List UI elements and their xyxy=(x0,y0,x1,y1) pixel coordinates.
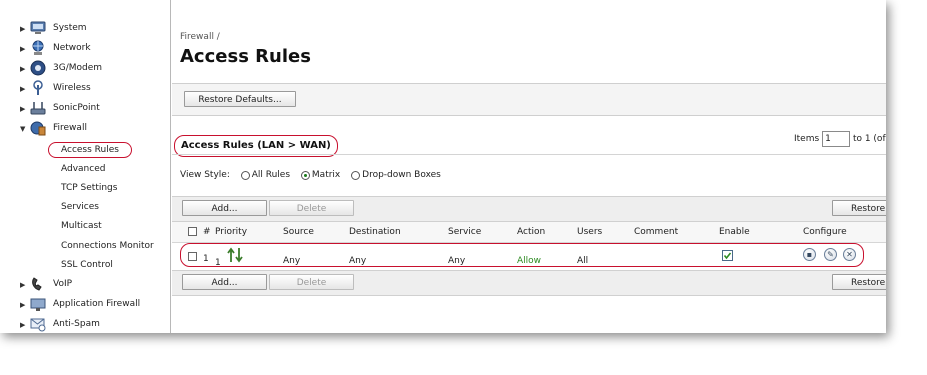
radio-label[interactable]: All Rules xyxy=(252,170,290,180)
add-button[interactable]: Add... xyxy=(182,200,267,216)
column-header-comment[interactable]: Comment xyxy=(634,227,678,237)
column-header-configure: Configure xyxy=(803,227,847,237)
table-actions-bottom: Add... Delete Restore xyxy=(172,270,886,296)
table-actions-top: Add... Delete Restore xyxy=(172,196,886,222)
sidebar-item-ssl-control[interactable]: SSL Control xyxy=(61,256,113,274)
expand-arrow-icon[interactable]: ▶ xyxy=(20,300,28,310)
column-header-priority[interactable]: Priority xyxy=(215,227,247,237)
sidebar-item-label: Wireless xyxy=(53,83,91,93)
expand-arrow-icon[interactable]: ▶ xyxy=(20,104,28,114)
sidebar-item-services[interactable]: Services xyxy=(61,198,99,216)
page-toolbar: Restore Defaults... xyxy=(172,83,886,116)
sidebar-item-access-rules[interactable]: Access Rules xyxy=(48,142,132,158)
row-action: Allow xyxy=(517,256,542,266)
sidebar-item-network[interactable]: ▶ Network xyxy=(0,39,170,59)
items-page-input[interactable]: 1 xyxy=(822,131,851,147)
app-firewall-icon xyxy=(30,298,46,311)
sidebar-item-anti-spam[interactable]: ▶ Anti-Spam xyxy=(0,315,170,333)
page-title: Access Rules xyxy=(180,46,311,67)
select-all-checkbox[interactable] xyxy=(188,227,197,236)
radio-label[interactable]: Matrix xyxy=(312,170,340,180)
collapse-arrow-icon[interactable]: ▼ xyxy=(20,124,28,134)
sidebar-item-wireless[interactable]: ▶ Wireless xyxy=(0,79,170,99)
items-range-label: to 1 (of xyxy=(852,134,886,144)
column-header-destination[interactable]: Destination xyxy=(349,227,401,237)
voip-phone-icon xyxy=(32,277,42,291)
sidebar-item-connections-monitor[interactable]: Connections Monitor xyxy=(61,237,154,255)
restore-defaults-button[interactable]: Restore Defaults... xyxy=(184,91,296,107)
sidebar-item-label: VoIP xyxy=(53,279,73,289)
sidebar-item-label: System xyxy=(53,23,87,33)
delete-button-bottom[interactable]: Delete xyxy=(269,274,354,290)
edit-icon[interactable]: ✎ xyxy=(824,248,837,261)
radio-label[interactable]: Drop-down Boxes xyxy=(362,170,441,180)
sidebar-item-tcp-settings[interactable]: TCP Settings xyxy=(61,179,117,197)
row-destination: Any xyxy=(349,256,367,266)
radio-drop-down-boxes[interactable] xyxy=(351,170,361,180)
anti-spam-icon xyxy=(30,318,46,332)
view-style-label: View Style: xyxy=(180,170,230,180)
items-label: Items xyxy=(794,134,820,144)
statistics-icon[interactable]: ▪ xyxy=(803,248,816,261)
radio-all-rules[interactable] xyxy=(240,170,250,180)
network-icon xyxy=(32,40,44,55)
app-window: ▶ System ▶ Network ▶ 3G/Modem ▶ Wireless… xyxy=(0,0,886,333)
expand-arrow-icon[interactable]: ▶ xyxy=(20,280,28,290)
sidebar-item-label: Application Firewall xyxy=(53,299,141,309)
column-header-action[interactable]: Action xyxy=(517,227,545,237)
column-header-users[interactable]: Users xyxy=(577,227,602,237)
sidebar-item-application-firewall[interactable]: ▶ Application Firewall xyxy=(0,295,170,315)
expand-arrow-icon[interactable]: ▶ xyxy=(20,44,28,54)
expand-arrow-icon[interactable]: ▶ xyxy=(20,84,28,94)
sidebar-item-advanced[interactable]: Advanced xyxy=(61,160,105,178)
enable-checkbox[interactable] xyxy=(722,250,733,261)
sidebar-item-sonicpoint[interactable]: ▶ SonicPoint xyxy=(0,99,170,119)
row-source: Any xyxy=(283,256,301,266)
sidebar-item-firewall[interactable]: ▼ Firewall xyxy=(0,119,170,139)
sidebar-item-label: 3G/Modem xyxy=(53,63,103,73)
column-header-number: # xyxy=(203,227,211,237)
firewall-icon xyxy=(30,121,46,136)
column-header-enable[interactable]: Enable xyxy=(719,227,750,237)
sidebar-item-label: Firewall xyxy=(53,123,87,133)
sidebar-item-label: SonicPoint xyxy=(53,103,100,113)
access-point-icon xyxy=(30,102,46,115)
restore-button-bottom[interactable]: Restore xyxy=(832,274,886,290)
sidebar-item-voip[interactable]: ▶ VoIP xyxy=(0,275,170,295)
delete-button[interactable]: Delete xyxy=(269,200,354,216)
sidebar-item-3g-modem[interactable]: ▶ 3G/Modem xyxy=(0,59,170,79)
expand-arrow-icon[interactable]: ▶ xyxy=(20,64,28,74)
section-divider xyxy=(172,154,886,155)
restore-button[interactable]: Restore xyxy=(832,200,886,216)
sidebar-item-label: Network xyxy=(53,43,91,53)
column-header-service[interactable]: Service xyxy=(448,227,481,237)
column-header-source[interactable]: Source xyxy=(283,227,314,237)
row-users: All xyxy=(577,256,589,266)
delete-icon[interactable]: ✕ xyxy=(843,248,856,261)
modem-icon xyxy=(30,60,46,76)
table-header: # Priority Source Destination Service Ac… xyxy=(172,222,886,243)
antenna-icon xyxy=(33,80,43,95)
row-number: 1 xyxy=(203,254,209,264)
add-button-bottom[interactable]: Add... xyxy=(182,274,267,290)
view-style-selector: View Style: All Rules Matrix Drop-down B… xyxy=(180,170,441,181)
radio-matrix[interactable] xyxy=(300,170,310,180)
breadcrumb[interactable]: Firewall / xyxy=(180,32,220,42)
priority-drag-icon[interactable] xyxy=(226,247,244,263)
sidebar-nav: ▶ System ▶ Network ▶ 3G/Modem ▶ Wireless… xyxy=(0,0,171,333)
row-select-checkbox[interactable] xyxy=(188,252,197,261)
expand-arrow-icon[interactable]: ▶ xyxy=(20,320,28,330)
sidebar-item-system[interactable]: ▶ System xyxy=(0,19,170,39)
sidebar-item-multicast[interactable]: Multicast xyxy=(61,217,102,235)
sidebar-item-label: Anti-Spam xyxy=(53,319,100,329)
row-priority: 1 xyxy=(215,258,221,268)
pagination: Items 1 to 1 (of xyxy=(794,131,886,147)
main-content: Firewall / Access Rules Restore Defaults… xyxy=(172,0,886,333)
computer-icon xyxy=(30,21,46,34)
expand-arrow-icon[interactable]: ▶ xyxy=(20,24,28,34)
row-service: Any xyxy=(448,256,466,266)
